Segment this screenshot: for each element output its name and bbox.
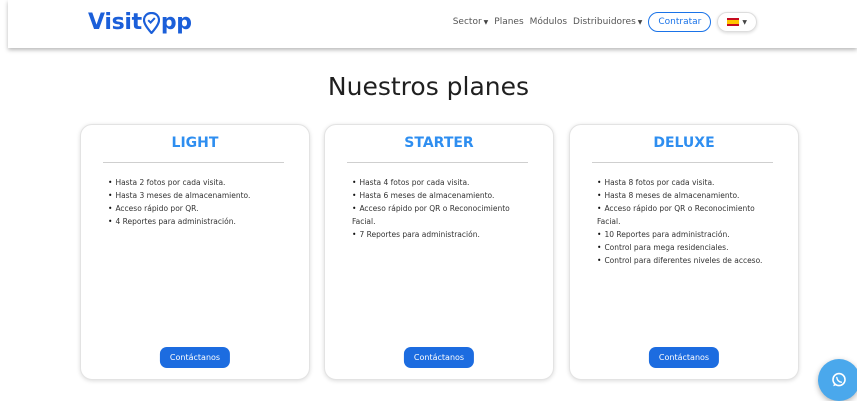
nav-sector[interactable]: Sector ▼ — [453, 17, 489, 27]
contact-button-light[interactable]: Contáctanos — [159, 347, 231, 368]
feature-item: 4 Reportes para administración. — [108, 215, 291, 228]
nav-modulos[interactable]: Módulos — [530, 17, 567, 27]
location-pin-icon — [142, 11, 160, 34]
feature-item: Hasta 8 fotos por cada visita. — [597, 176, 780, 189]
feature-item: Control para diferentes niveles de acces… — [597, 254, 780, 267]
site-header: Visit pp Sector ▼ Planes Módulos Distrib… — [8, 0, 857, 48]
whatsapp-icon — [832, 372, 846, 387]
feature-item: Acceso rápido por QR o Reconocimiento Fa… — [597, 202, 780, 228]
nav-planes[interactable]: Planes — [494, 17, 523, 27]
nav-distribuidores[interactable]: Distribuidores ▼ — [573, 17, 642, 27]
feature-item: Hasta 2 fotos por cada visita. — [108, 176, 291, 189]
card-divider — [103, 162, 284, 163]
caret-down-icon: ▼ — [637, 18, 643, 26]
whatsapp-chat-button[interactable] — [818, 359, 857, 401]
plan-card-light: LIGHT Hasta 2 fotos por cada visita. Has… — [80, 124, 310, 380]
caret-down-icon: ▼ — [483, 18, 489, 26]
main-nav: Sector ▼ Planes Módulos Distribuidores ▼… — [453, 12, 757, 32]
plan-card-deluxe: DELUXE Hasta 8 fotos por cada visita. Ha… — [569, 124, 799, 380]
plan-card-starter: STARTER Hasta 4 fotos por cada visita. H… — [324, 124, 554, 380]
plan-features: Hasta 8 fotos por cada visita. Hasta 8 m… — [597, 176, 780, 267]
feature-item: Hasta 6 meses de almacenamiento. — [352, 189, 535, 202]
visitapp-logo[interactable]: Visit pp — [88, 10, 192, 35]
page-title: Nuestros planes — [327, 72, 530, 101]
feature-item: 10 Reportes para administración. — [597, 228, 780, 241]
contratar-button[interactable]: Contratar — [648, 12, 712, 32]
feature-item: Hasta 8 meses de almacenamiento. — [597, 189, 780, 202]
card-divider — [347, 162, 528, 163]
feature-item: 7 Reportes para administración. — [352, 228, 535, 241]
caret-down-icon: ▼ — [742, 18, 747, 26]
plan-title: DELUXE — [653, 135, 715, 151]
plan-features: Hasta 2 fotos por cada visita. Hasta 3 m… — [108, 176, 291, 228]
spain-flag-icon — [727, 18, 740, 26]
logo-text-visit: Visit — [88, 10, 142, 35]
plan-title: STARTER — [404, 135, 474, 151]
card-divider — [592, 162, 773, 163]
feature-item: Acceso rápido por QR o Reconocimiento Fa… — [352, 202, 535, 228]
feature-item: Acceso rápido por QR. — [108, 202, 291, 215]
feature-item: Hasta 3 meses de almacenamiento. — [108, 189, 291, 202]
logo-text-pp: pp — [160, 10, 192, 35]
plan-title: LIGHT — [171, 135, 219, 151]
feature-item: Hasta 4 fotos por cada visita. — [352, 176, 535, 189]
feature-item: Control para mega residenciales. — [597, 241, 780, 254]
nav-distribuidores-label: Distribuidores — [573, 17, 636, 27]
contact-button-deluxe[interactable]: Contáctanos — [648, 347, 720, 368]
nav-sector-label: Sector — [452, 17, 482, 27]
plan-features: Hasta 4 fotos por cada visita. Hasta 6 m… — [352, 176, 535, 241]
contact-button-starter[interactable]: Contáctanos — [403, 347, 475, 368]
language-selector[interactable]: ▼ — [717, 12, 757, 32]
